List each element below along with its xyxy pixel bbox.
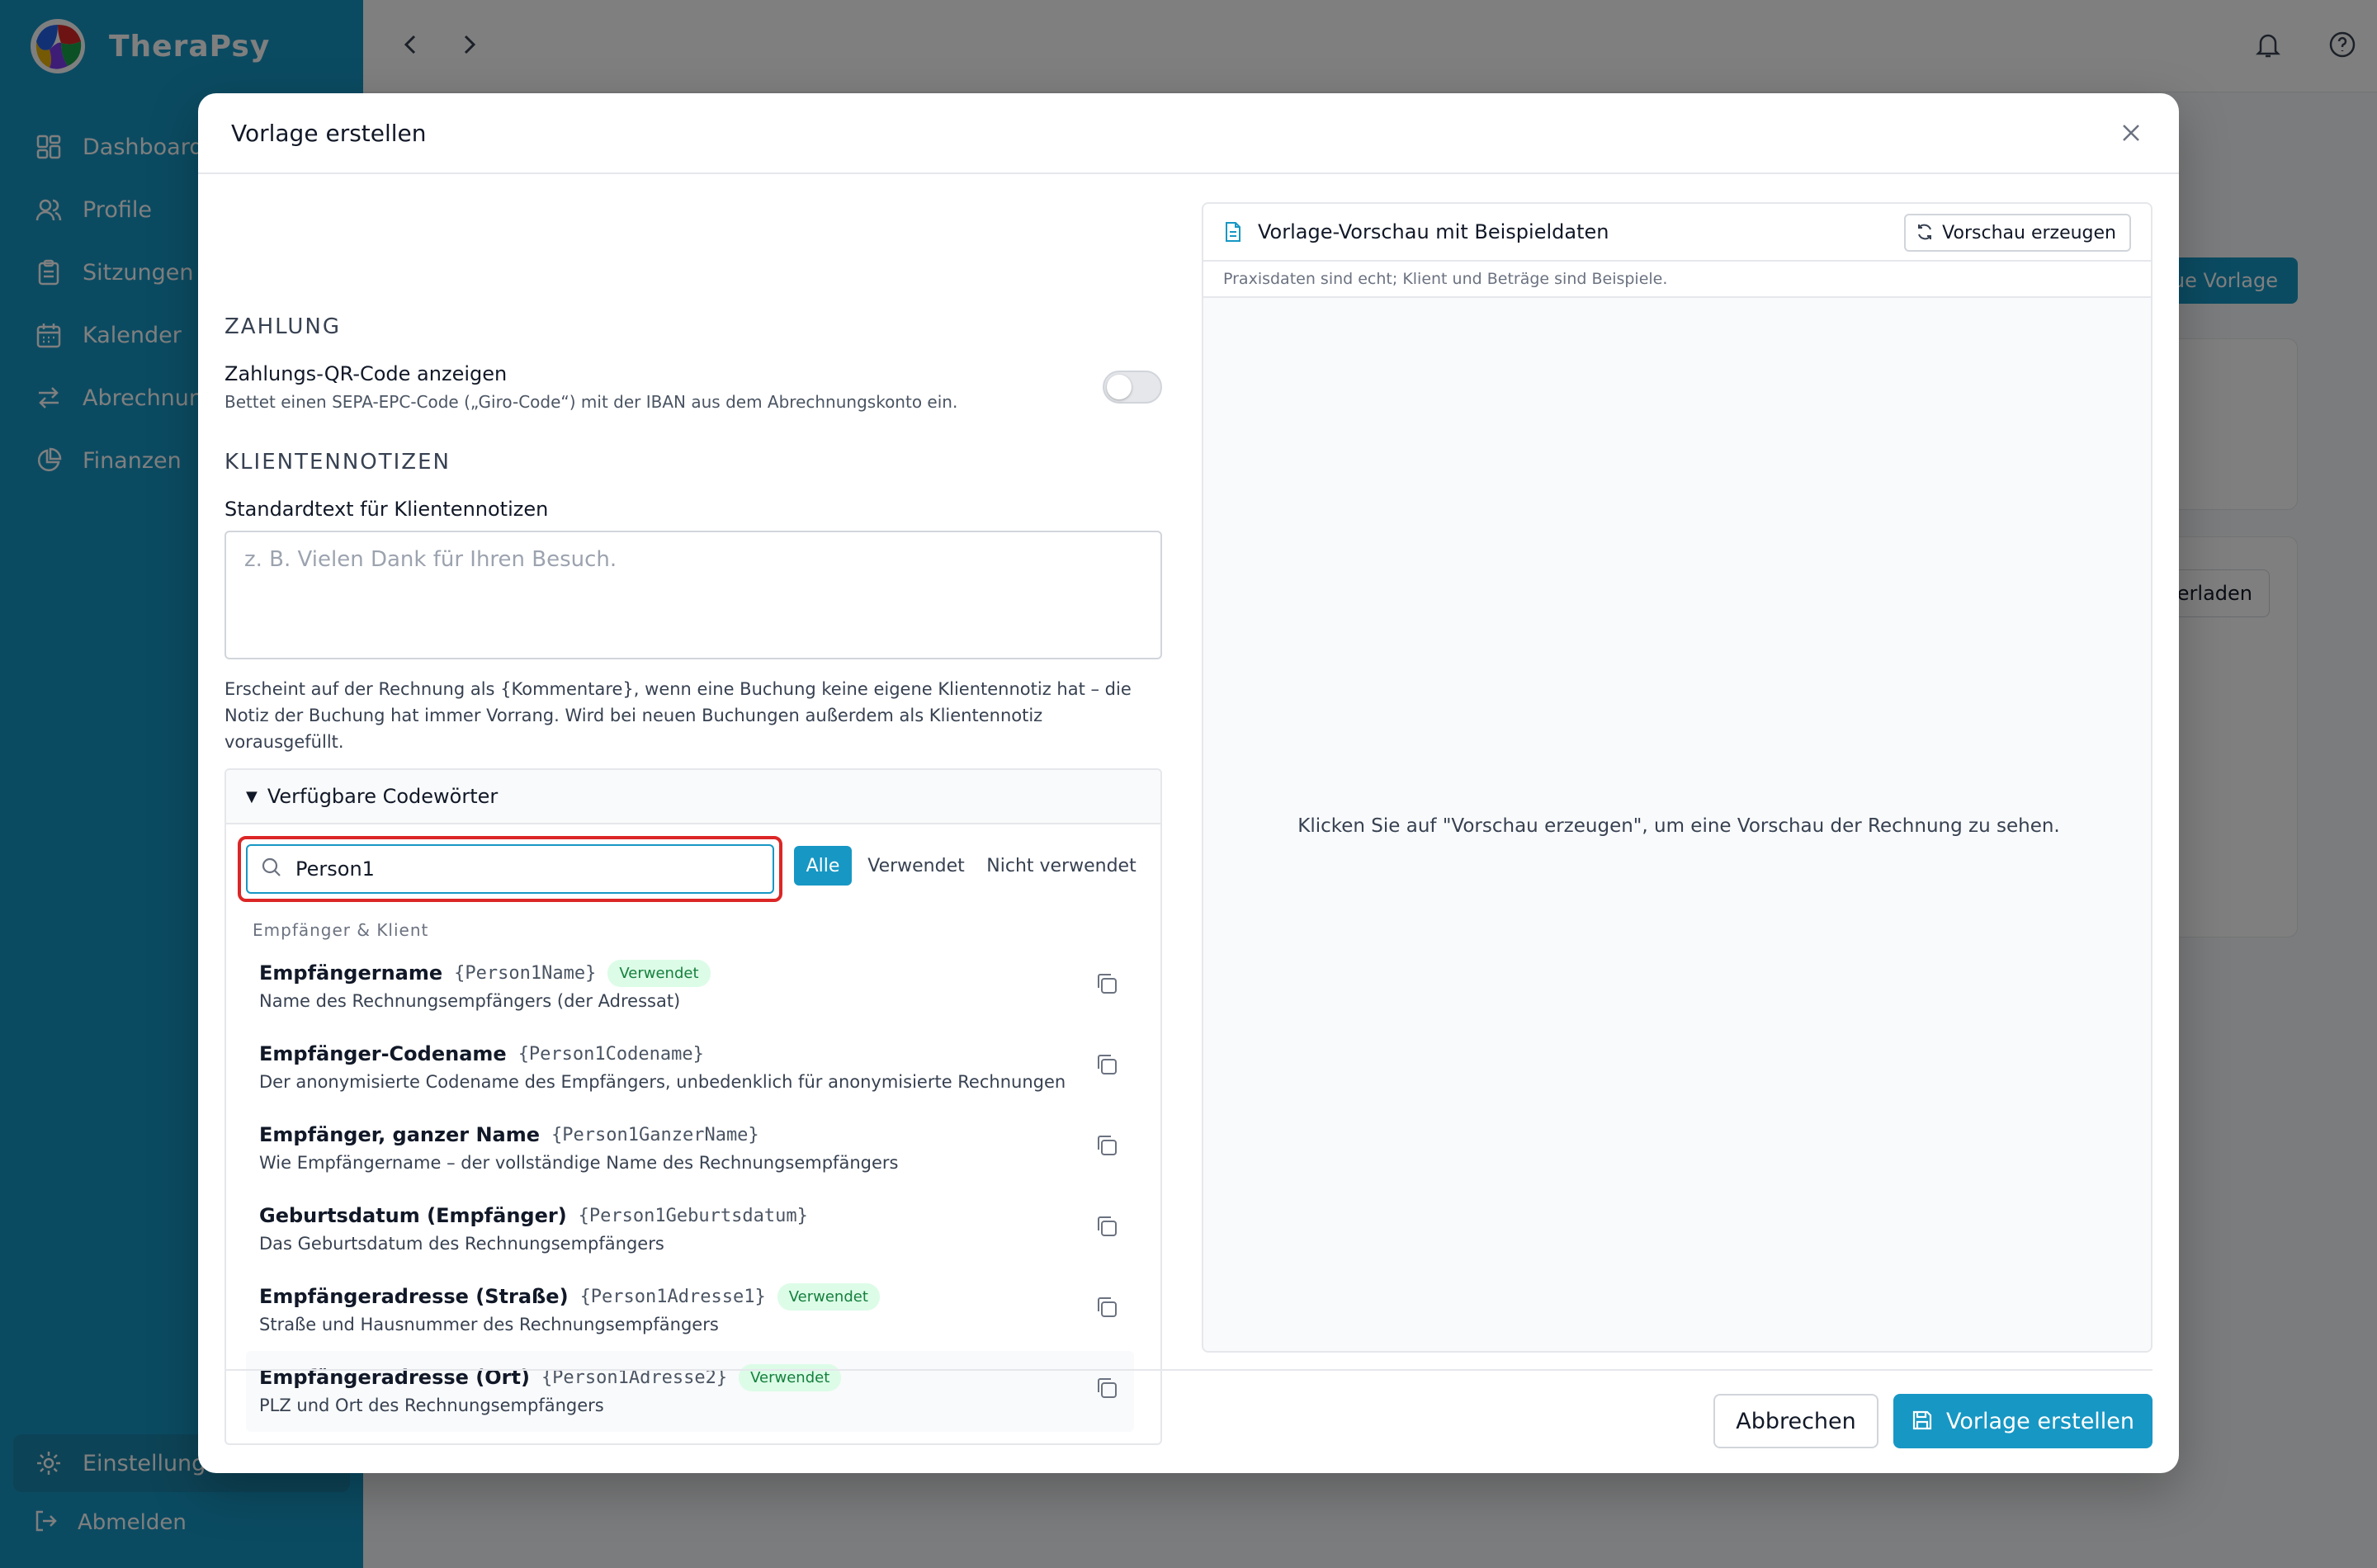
codeword-description: Das Geburtsdatum des Rechnungsempfängers xyxy=(259,1234,664,1254)
template-preview-panel: Vorlage-Vorschau mit Beispieldaten Vorsc… xyxy=(1202,202,2153,1353)
codeword-item[interactable]: Empfängeradresse (Straße) {Person1Adress… xyxy=(246,1270,1134,1351)
copy-icon[interactable] xyxy=(1094,1295,1121,1321)
codeword-key: {Person1Name} xyxy=(454,962,597,984)
preview-header: Vorlage-Vorschau mit Beispieldaten Vorsc… xyxy=(1203,204,2151,262)
refresh-icon xyxy=(1916,223,1935,243)
search-value: Person1 xyxy=(295,857,375,881)
copy-icon[interactable] xyxy=(1094,1052,1121,1079)
notes-label: Standardtext für Klientennotizen xyxy=(224,498,549,521)
codeword-description: Straße und Hausnummer des Rechnungsempfä… xyxy=(259,1315,719,1334)
codeword-name: Empfänger-Codename xyxy=(259,1042,507,1065)
codewords-summary[interactable]: ▼ Verfügbare Codewörter xyxy=(226,770,1160,824)
used-badge: Verwendet xyxy=(777,1282,880,1311)
codeword-description: Name des Rechnungsempfängers (der Adress… xyxy=(259,991,681,1011)
codeword-group-label: Empfänger & Klient xyxy=(253,920,429,940)
codeword-item[interactable]: Empfängeradresse (Ort) {Person1Adresse2}… xyxy=(246,1351,1134,1432)
preview-empty-message: Klicken Sie auf "Vorschau erzeugen", um … xyxy=(1297,815,2060,837)
used-badge: Verwendet xyxy=(739,1363,842,1391)
notes-textarea[interactable]: z. B. Vielen Dank für Ihren Besuch. xyxy=(224,531,1162,659)
codeword-item[interactable]: Empfängername {Person1Name} Verwendet Na… xyxy=(246,947,1134,1027)
codeword-item[interactable]: Empfänger-Codename {Person1Codename} Der… xyxy=(246,1027,1134,1108)
copy-icon[interactable] xyxy=(1094,1214,1121,1240)
codeword-description: Der anonymisierte Codename des Empfänger… xyxy=(259,1072,1066,1092)
codeword-key: {Person1Codename} xyxy=(517,1043,704,1065)
codeword-key: {Person1Adresse1} xyxy=(579,1286,766,1307)
document-icon xyxy=(1223,221,1245,243)
cancel-button[interactable]: Abbrechen xyxy=(1713,1394,1878,1448)
qr-code-toggle[interactable] xyxy=(1103,371,1162,404)
codewords-panel: ▼ Verfügbare Codewörter Person1 Alle Ver… xyxy=(224,768,1162,1445)
section-heading-payment: Zahlung xyxy=(224,314,341,339)
create-template-dialog: Vorlage erstellen Zahlung Zahlungs-QR-Co… xyxy=(198,93,2179,1473)
notes-help-text: Erscheint auf der Rechnung als {Kommenta… xyxy=(224,679,1132,752)
codewords-summary-label: Verfügbare Codewörter xyxy=(267,785,499,808)
close-icon[interactable] xyxy=(2116,118,2146,148)
codeword-key: {Person1GanzerName} xyxy=(551,1124,759,1145)
preview-area: Klicken Sie auf "Vorschau erzeugen", um … xyxy=(1203,298,2151,1351)
codeword-item[interactable]: Empfänger, ganzer Name {Person1GanzerNam… xyxy=(246,1108,1134,1189)
search-icon xyxy=(261,857,282,881)
codeword-name: Geburtsdatum (Empfänger) xyxy=(259,1204,567,1227)
codeword-name: Empfänger, ganzer Name xyxy=(259,1123,541,1146)
generate-preview-label: Vorschau erzeugen xyxy=(1942,222,2116,243)
copy-icon[interactable] xyxy=(1094,1376,1121,1402)
dialog-title: Vorlage erstellen xyxy=(231,119,427,147)
save-icon xyxy=(1912,1410,1935,1433)
copy-icon[interactable] xyxy=(1094,1133,1121,1159)
codeword-item[interactable]: Geburtsdatum (Empfänger) {Person1Geburts… xyxy=(246,1189,1134,1270)
preview-title: Vorlage-Vorschau mit Beispieldaten xyxy=(1258,220,1609,243)
codeword-description: Wie Empfängername – der vollständige Nam… xyxy=(259,1153,899,1173)
footer-divider xyxy=(224,1369,2153,1371)
qr-code-label: Zahlungs-QR-Code anzeigen xyxy=(224,362,508,385)
copy-icon[interactable] xyxy=(1094,971,1121,998)
generate-preview-button[interactable]: Vorschau erzeugen xyxy=(1904,214,2131,252)
search-highlight: Person1 xyxy=(238,836,782,902)
dialog-header: Vorlage erstellen xyxy=(198,93,2179,174)
preview-subtitle: Praxisdaten sind echt; Klient und Beträg… xyxy=(1203,262,2151,298)
filter-unused-button[interactable]: Nicht verwendet xyxy=(977,846,1146,886)
codeword-key: {Person1Geburtsdatum} xyxy=(578,1205,808,1226)
used-badge: Verwendet xyxy=(607,959,711,987)
codeword-name: Empfängeradresse (Straße) xyxy=(259,1285,569,1308)
toggle-knob xyxy=(1107,375,1132,399)
create-template-button[interactable]: Vorlage erstellen xyxy=(1893,1394,2153,1448)
create-template-label: Vorlage erstellen xyxy=(1945,1408,2135,1434)
filter-all-button[interactable]: Alle xyxy=(794,846,852,886)
codeword-list: Empfängername {Person1Name} Verwendet Na… xyxy=(246,947,1134,1432)
qr-code-description: Bettet einen SEPA-EPC-Code („Giro-Code“)… xyxy=(224,392,958,412)
codeword-name: Empfängername xyxy=(259,961,443,985)
codeword-description: PLZ und Ort des Rechnungsempfängers xyxy=(259,1396,604,1415)
filter-used-button[interactable]: Verwendet xyxy=(863,846,969,886)
codeword-search-input[interactable]: Person1 xyxy=(246,844,774,894)
section-heading-notes: Klientennotizen xyxy=(224,450,451,475)
triangle-down-icon: ▼ xyxy=(246,787,258,805)
